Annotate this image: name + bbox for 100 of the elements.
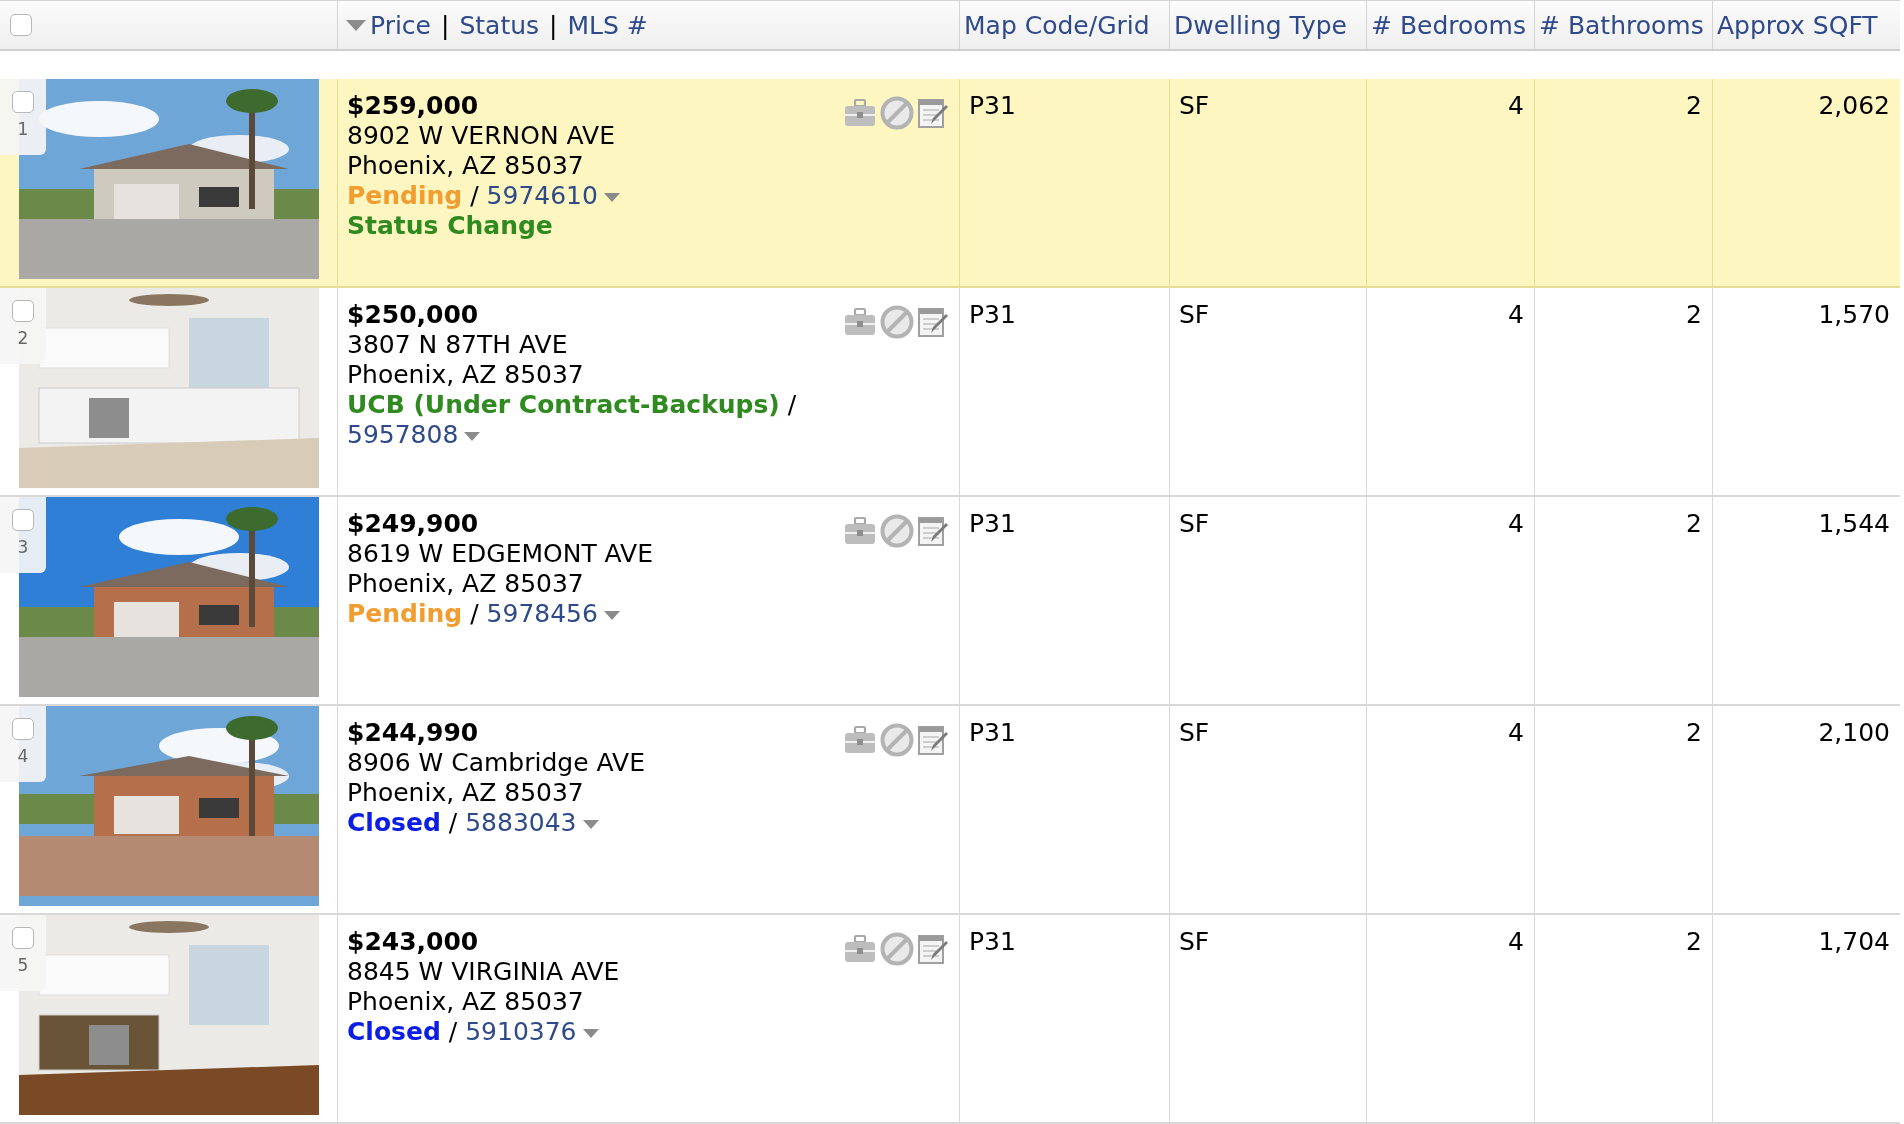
prohibited-icon[interactable]	[879, 95, 915, 131]
separator: |	[549, 10, 558, 40]
prohibited-icon[interactable]	[879, 304, 915, 340]
street-address: 3807 N 87TH AVE	[347, 330, 568, 359]
price: $250,000	[347, 300, 479, 329]
listing-status: Closed	[347, 1017, 441, 1046]
listing-status: Closed	[347, 808, 441, 837]
caret-icon[interactable]	[582, 1028, 599, 1038]
city-state-zip: Phoenix, AZ 85037	[347, 360, 584, 389]
table-cell: 1,570	[1818, 300, 1890, 329]
table-cell: 4	[1508, 509, 1524, 538]
street-address: 8619 W EDGEMONT AVE	[347, 539, 654, 568]
row-checkbox[interactable]	[12, 927, 34, 949]
separator: /	[448, 808, 458, 837]
column-header[interactable]: Dwelling Type	[1174, 10, 1347, 40]
street-address: 8902 W VERNON AVE	[347, 121, 615, 150]
table-cell: 2	[1686, 91, 1702, 120]
listing-row[interactable]: 4 $244,990 8906 W Cambridge AVE Phoenix, AZ 85037 Closed / 5883043 P31 SF 4 2 2,100	[0, 706, 1900, 915]
table-cell: P31	[969, 718, 1016, 747]
table-cell: 4	[1508, 718, 1524, 747]
table-cell: P31	[969, 927, 1016, 956]
briefcase-icon[interactable]	[843, 307, 877, 337]
mls-number-link[interactable]: 5978456	[486, 599, 598, 628]
separator: /	[787, 390, 797, 419]
column-header[interactable]: # Bathrooms	[1539, 10, 1704, 40]
row-number: 1	[17, 118, 29, 141]
table-cell: P31	[969, 509, 1016, 538]
column-header[interactable]: Map Code/Grid	[964, 10, 1150, 40]
caret-icon[interactable]	[603, 610, 620, 620]
row-checkbox[interactable]	[12, 509, 34, 531]
listing-row[interactable]: 1 $259,000 8902 W VERNON AVE Phoenix, AZ 85037 Pending / 5974610 Status Change P31 SF 4 2 2,062	[0, 79, 1900, 288]
caret-icon[interactable]	[603, 192, 620, 202]
price: $244,990	[347, 718, 479, 747]
table-cell: 1,704	[1818, 927, 1890, 956]
notepad-pencil-icon[interactable]	[917, 724, 949, 756]
price: $243,000	[347, 927, 479, 956]
mls-number-link[interactable]: 5974610	[486, 181, 598, 210]
table-cell: P31	[969, 91, 1016, 120]
briefcase-icon[interactable]	[843, 934, 877, 964]
listing-status: UCB (Under Contract-Backups)	[347, 390, 780, 419]
notepad-pencil-icon[interactable]	[917, 515, 949, 547]
column-header[interactable]: Price	[370, 10, 431, 40]
table-cell: SF	[1179, 91, 1210, 120]
mls-number-link[interactable]: 5883043	[465, 808, 577, 837]
table-cell: P31	[969, 300, 1016, 329]
briefcase-icon[interactable]	[843, 516, 877, 546]
prohibited-icon[interactable]	[879, 513, 915, 549]
column-header[interactable]: MLS #	[567, 10, 648, 40]
row-number: 4	[17, 745, 29, 768]
listing-status: Pending	[347, 181, 463, 210]
city-state-zip: Phoenix, AZ 85037	[347, 569, 584, 598]
listing-row[interactable]: 5 $243,000 8845 W VIRGINIA AVE Phoenix, AZ 85037 Closed / 5910376 P31 SF 4 2 1,704	[0, 915, 1900, 1124]
table-cell: 4	[1508, 927, 1524, 956]
table-cell: 2,062	[1818, 91, 1890, 120]
price: $259,000	[347, 91, 479, 120]
prohibited-icon[interactable]	[879, 722, 915, 758]
street-address: 8906 W Cambridge AVE	[347, 748, 645, 777]
row-number: 5	[17, 954, 29, 977]
briefcase-icon[interactable]	[843, 725, 877, 755]
prohibited-icon[interactable]	[879, 931, 915, 967]
caret-icon[interactable]	[464, 431, 481, 441]
status-change-note: Status Change	[347, 211, 553, 240]
table-cell: 2	[1686, 300, 1702, 329]
street-address: 8845 W VIRGINIA AVE	[347, 957, 620, 986]
separator: /	[470, 181, 479, 210]
table-cell: 4	[1508, 91, 1524, 120]
listing-row[interactable]: 3 $249,900 8619 W EDGEMONT AVE Phoenix, AZ 85037 Pending / 5978456 P31 SF 4 2 1,544	[0, 497, 1900, 706]
table-cell: SF	[1179, 718, 1210, 747]
mls-number-link[interactable]: 5910376	[465, 1017, 577, 1046]
row-number: 3	[17, 536, 29, 559]
city-state-zip: Phoenix, AZ 85037	[347, 987, 584, 1016]
table-cell: SF	[1179, 509, 1210, 538]
table-cell: 2	[1686, 509, 1702, 538]
table-cell: 2	[1686, 718, 1702, 747]
table-cell: 4	[1508, 300, 1524, 329]
table-cell: SF	[1179, 300, 1210, 329]
column-header[interactable]: # Bedrooms	[1371, 10, 1526, 40]
price: $249,900	[347, 509, 479, 538]
row-checkbox[interactable]	[12, 300, 34, 322]
notepad-pencil-icon[interactable]	[917, 933, 949, 965]
table-cell: 2	[1686, 927, 1702, 956]
table-cell: SF	[1179, 927, 1210, 956]
table-cell: 2,100	[1818, 718, 1890, 747]
notepad-pencil-icon[interactable]	[917, 97, 949, 129]
city-state-zip: Phoenix, AZ 85037	[347, 151, 584, 180]
separator: |	[441, 10, 450, 40]
column-header[interactable]: Status	[459, 10, 540, 40]
table-cell: 1,544	[1818, 509, 1890, 538]
caret-icon[interactable]	[582, 819, 599, 829]
row-number: 2	[17, 327, 29, 350]
column-header[interactable]: Approx SQFT	[1717, 10, 1878, 40]
listing-row[interactable]: 2 $250,000 3807 N 87TH AVE Phoenix, AZ 85037 UCB (Under Contract-Backups) / 5957808 P31 SF 4 2 1,570	[0, 288, 1900, 497]
city-state-zip: Phoenix, AZ 85037	[347, 778, 584, 807]
briefcase-icon[interactable]	[843, 98, 877, 128]
select-all-checkbox[interactable]	[10, 14, 32, 36]
listing-status: Pending	[347, 599, 463, 628]
row-checkbox[interactable]	[12, 91, 34, 113]
mls-number-link[interactable]: 5957808	[347, 420, 459, 449]
notepad-pencil-icon[interactable]	[917, 306, 949, 338]
row-checkbox[interactable]	[12, 718, 34, 740]
